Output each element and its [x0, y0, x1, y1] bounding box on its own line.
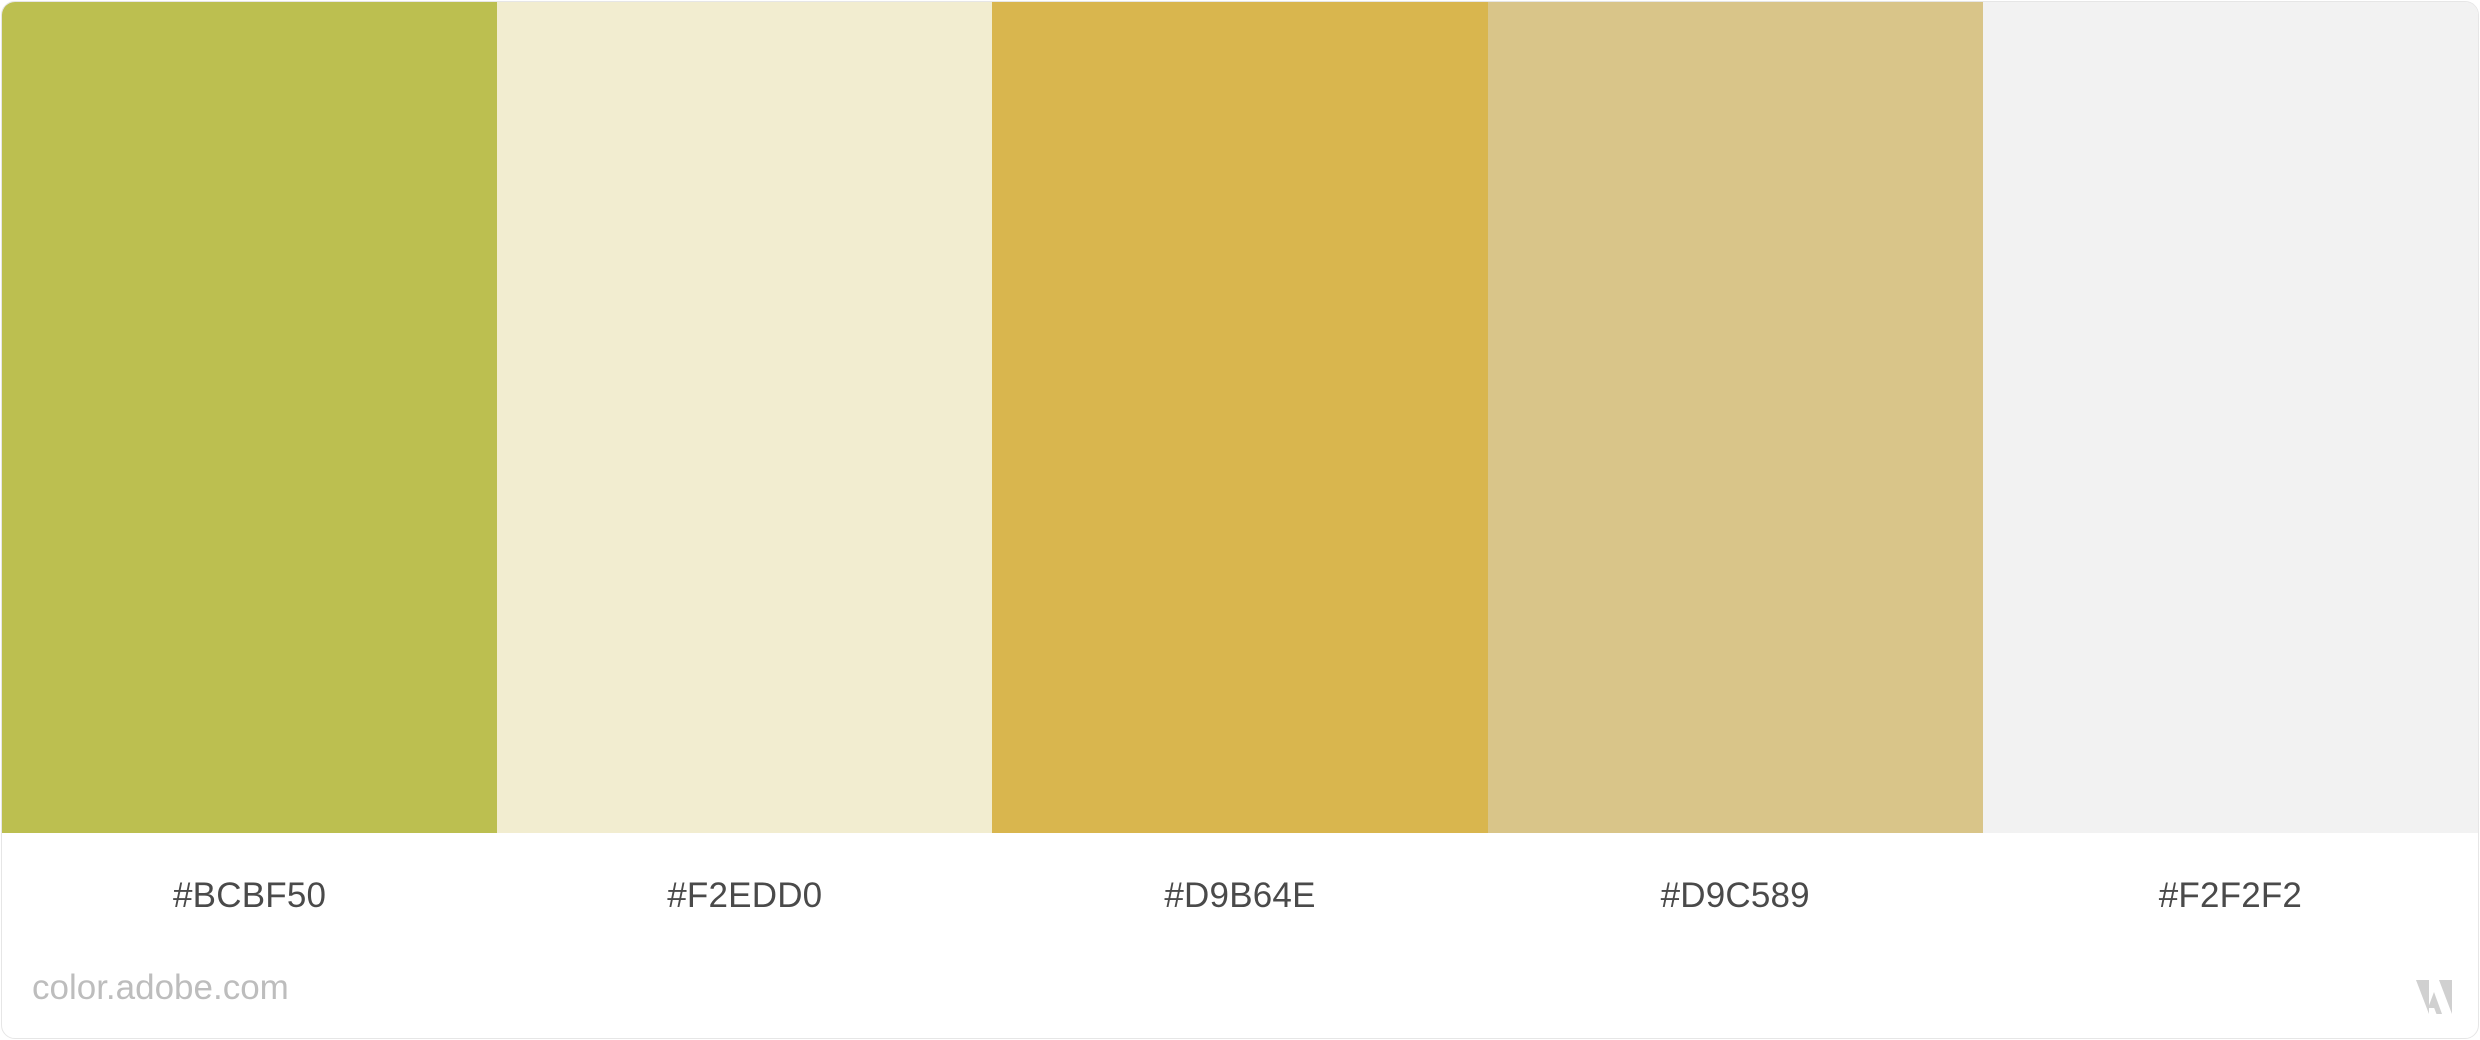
swatch-row: [2, 2, 2478, 833]
hex-code-label-1: #BCBF50: [173, 876, 327, 915]
hex-code-label-2: #F2EDD0: [667, 876, 823, 915]
color-swatch-4[interactable]: [1487, 2, 1983, 833]
color-swatch-2[interactable]: [497, 2, 993, 833]
hex-label-row: #BCBF50 #F2EDD0 #D9B64E #D9C589 #F2F2F2: [2, 833, 2478, 953]
hex-code-label-3: #D9B64E: [1164, 876, 1316, 915]
palette-card: #BCBF50 #F2EDD0 #D9B64E #D9C589 #F2F2F2 …: [1, 1, 2479, 1039]
color-swatch-1[interactable]: [2, 2, 498, 833]
adobe-logo-right: [2439, 980, 2452, 1014]
hex-code-label-5: #F2F2F2: [2158, 876, 2303, 915]
color-swatch-3[interactable]: [992, 2, 1488, 833]
adobe-logo-left: [2416, 980, 2429, 1014]
adobe-logo-center: [2428, 992, 2442, 1014]
hex-code-label-4: #D9C589: [1660, 876, 1810, 915]
site-link[interactable]: color.adobe.com: [32, 970, 289, 1005]
adobe-logo-icon: [2416, 980, 2452, 1014]
color-swatch-5[interactable]: [1982, 2, 2478, 833]
